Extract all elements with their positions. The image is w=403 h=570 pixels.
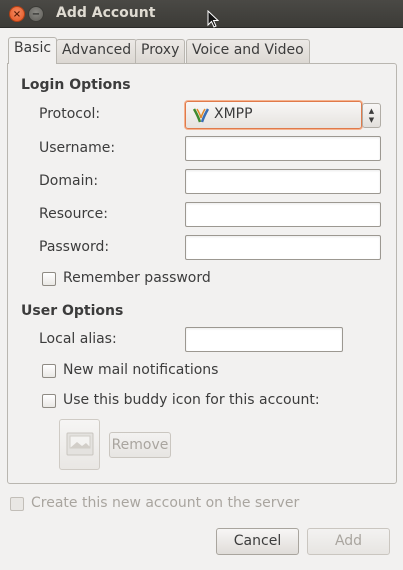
tab-advanced[interactable]: Advanced <box>56 39 138 63</box>
tab-proxy[interactable]: Proxy <box>135 39 186 63</box>
resource-field[interactable] <box>185 202 381 227</box>
protocol-spinner-arrows[interactable]: ▲ ▼ <box>362 103 381 128</box>
new-mail-notifications-label[interactable]: New mail notifications <box>63 362 218 378</box>
buddy-icon-label[interactable]: Use this buddy icon for this account: <box>63 392 320 408</box>
minimize-button[interactable]: − <box>28 6 44 22</box>
password-label: Password: <box>39 239 110 255</box>
domain-field[interactable] <box>185 169 381 194</box>
remove-button[interactable]: Remove <box>109 432 171 458</box>
image-placeholder-icon <box>66 432 94 456</box>
chevron-down-icon: ▼ <box>368 116 375 124</box>
add-button[interactable]: Add <box>307 528 390 555</box>
minimize-icon: − <box>31 9 41 20</box>
title-bar: × − Add Account <box>0 0 403 28</box>
login-options-heading: Login Options <box>21 77 131 93</box>
xmpp-icon <box>193 108 209 123</box>
remember-password-label[interactable]: Remember password <box>63 270 211 286</box>
window-title: Add Account <box>56 5 156 21</box>
username-label: Username: <box>39 140 116 156</box>
protocol-combo[interactable]: XMPP <box>185 101 362 129</box>
user-options-heading: User Options <box>21 303 124 319</box>
remember-password-checkbox[interactable] <box>42 272 56 286</box>
mouse-pointer-icon <box>207 10 219 28</box>
protocol-label: Protocol: <box>39 106 101 122</box>
cancel-button[interactable]: Cancel <box>216 528 299 555</box>
password-field[interactable] <box>185 235 381 260</box>
domain-label: Domain: <box>39 173 99 189</box>
buddy-icon-checkbox[interactable] <box>42 394 56 408</box>
chevron-up-icon: ▲ <box>368 107 375 115</box>
local-alias-field[interactable] <box>185 327 343 352</box>
create-account-checkbox[interactable] <box>10 497 24 511</box>
create-account-label[interactable]: Create this new account on the server <box>31 495 299 511</box>
local-alias-label: Local alias: <box>39 331 117 347</box>
username-field[interactable] <box>185 136 381 161</box>
tab-voice-and-video[interactable]: Voice and Video <box>186 39 310 63</box>
buddy-icon-button[interactable] <box>59 419 100 470</box>
close-button[interactable]: × <box>9 6 25 22</box>
tab-basic[interactable]: Basic <box>8 37 58 64</box>
close-icon: × <box>12 9 22 20</box>
new-mail-notifications-checkbox[interactable] <box>42 364 56 378</box>
resource-label: Resource: <box>39 206 108 222</box>
protocol-value: XMPP <box>214 106 253 122</box>
